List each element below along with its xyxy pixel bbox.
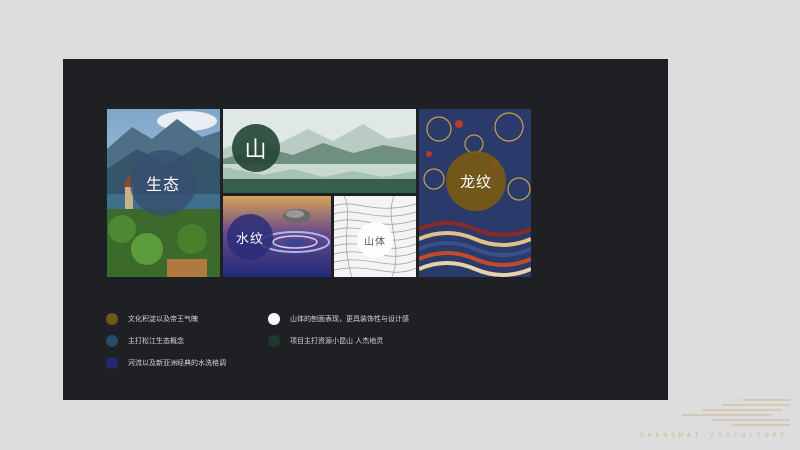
dragon-image-tile: 龙纹 xyxy=(419,109,531,277)
legend-item: 山体的刨面表现，更具装饰性与设计感 xyxy=(268,313,409,325)
mountain-label-circle: 山 xyxy=(232,124,280,172)
relief-image-tile: 山体 xyxy=(334,196,416,277)
dragon-label-circle: 龙纹 xyxy=(446,151,506,211)
legend-color-dot xyxy=(106,313,118,325)
legend-color-dot xyxy=(106,335,118,347)
legend-text: 文化积淀以及帝王气魄 xyxy=(128,315,198,323)
page: 生态 山 水纹 山体 龙纹 文化积淀以及帝王气魄 主打松江生态概念 河流以及新亚… xyxy=(0,0,800,450)
legend-text: 项目主打资源小昆山 人杰地灵 xyxy=(290,337,384,345)
relief-label-circle: 山体 xyxy=(357,222,393,258)
ecology-image-tile: 生态 xyxy=(107,109,220,277)
water-image-tile: 水纹 xyxy=(223,196,331,277)
slide-panel: 生态 山 水纹 山体 龙纹 文化积淀以及帝王气魄 主打松江生态概念 河流以及新亚… xyxy=(63,59,668,400)
legend-text: 河流以及新亚洲经典的水洗格调 xyxy=(128,359,226,367)
legend-color-dot xyxy=(106,357,118,369)
legend-item: 项目主打资源小昆山 人杰地灵 xyxy=(268,335,383,347)
legend-item: 文化积淀以及帝王气魄 xyxy=(106,313,198,325)
legend-item: 河流以及新亚洲经典的水洗格调 xyxy=(106,357,226,369)
legend-text: 主打松江生态概念 xyxy=(128,337,184,345)
water-label: 水纹 xyxy=(235,231,264,247)
decorative-lines-graphic xyxy=(682,399,790,426)
mountain-label: 山 xyxy=(244,138,268,163)
relief-label: 山体 xyxy=(364,236,386,248)
legend-item: 主打松江生态概念 xyxy=(106,335,184,347)
mountain-image-tile: 山 xyxy=(223,109,416,193)
legend-text: 山体的刨面表现，更具装饰性与设计感 xyxy=(290,315,409,323)
water-label-circle: 水纹 xyxy=(227,214,273,260)
dragon-label: 龙纹 xyxy=(459,172,492,191)
legend-color-dot xyxy=(268,335,280,347)
ecology-label-circle: 生态 xyxy=(130,150,196,216)
brand-footer-text: SHANGHAI·ZOOCULTURE·LIFESTYLE xyxy=(640,432,790,439)
ecology-label: 生态 xyxy=(145,175,180,194)
legend-color-dot xyxy=(268,313,280,325)
